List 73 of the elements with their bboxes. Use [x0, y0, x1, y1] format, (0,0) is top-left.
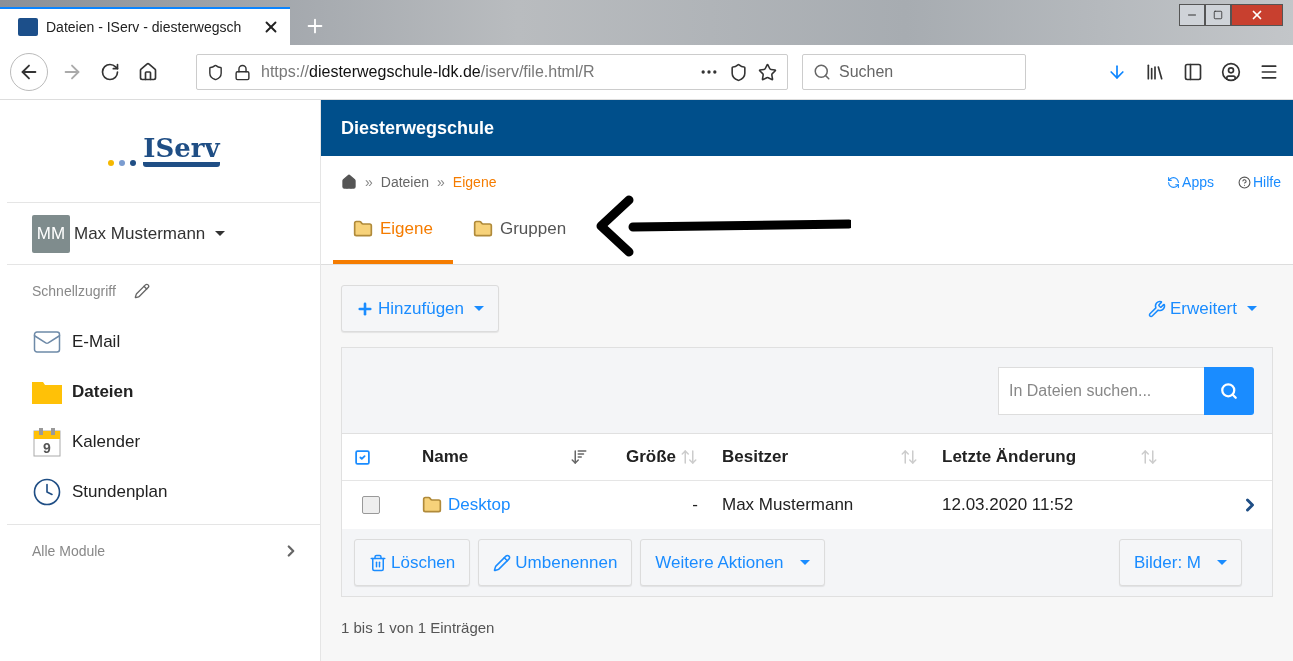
add-button[interactable]: Hinzufügen [341, 285, 499, 332]
pencil-icon [493, 553, 512, 572]
sidebar-item[interactable]: E-Mail [7, 317, 320, 367]
row-checkbox[interactable] [362, 496, 380, 514]
top-link[interactable]: Hilfe [1238, 174, 1281, 190]
search-button[interactable] [1204, 366, 1254, 415]
action-button[interactable]: Umbenennen [478, 539, 633, 586]
table-cell: - [692, 495, 698, 515]
column-header[interactable]: Letzte Änderung [942, 447, 1077, 467]
sidebar-icon[interactable] [1183, 62, 1203, 82]
apps-icon [1167, 175, 1181, 189]
reload-icon[interactable] [100, 62, 120, 82]
calendar-icon [33, 427, 61, 457]
search-field[interactable]: In Dateien suchen... [998, 366, 1204, 415]
close-window-button[interactable] [1231, 4, 1283, 26]
action-button[interactable]: Weitere Aktionen [640, 539, 825, 586]
search-icon [1220, 381, 1238, 400]
url-text: https://diesterwegschule-ldk.de/iserv/file.html/R [261, 63, 596, 81]
action-button[interactable]: Löschen [354, 539, 471, 586]
entries-info: 1 bis 1 von 1 Einträgen [341, 618, 496, 636]
shield-icon [207, 63, 224, 81]
image-size-button[interactable]: Bilder: M [1118, 539, 1242, 586]
separator: » [437, 174, 445, 190]
folder-icon [32, 380, 62, 404]
home-icon[interactable] [341, 174, 357, 190]
pencil-icon[interactable] [133, 283, 150, 299]
advanced-button[interactable]: Erweitert [1141, 297, 1263, 320]
lock-icon [234, 63, 251, 81]
folder-icon [472, 219, 493, 239]
caret-icon[interactable] [215, 231, 226, 236]
file-link[interactable]: Desktop [448, 495, 511, 515]
account-icon[interactable] [1221, 62, 1241, 82]
browser-tab[interactable]: Dateien - IServ - diesterwegsch [0, 7, 290, 45]
address-bar[interactable]: https://diesterwegschule-ldk.de/iserv/file.html/R [196, 54, 788, 90]
site-icon [18, 18, 38, 36]
table-cell: 12.03.2020 11:52 [942, 495, 1074, 515]
user-name[interactable]: Max Mustermann [74, 223, 206, 244]
column-header[interactable]: Größe [625, 447, 676, 467]
column-header[interactable]: Besitzer [722, 447, 789, 467]
sort-icon[interactable] [570, 448, 588, 466]
select-all-icon[interactable] [354, 448, 371, 466]
menu-icon[interactable] [1259, 62, 1279, 82]
sidebar-item[interactable]: 9 Kalender [7, 417, 320, 467]
header-bar: Diesterwegschule [321, 100, 1293, 156]
help-icon [1238, 175, 1251, 189]
table-cell: Max Mustermann [722, 495, 854, 515]
trash-icon [369, 553, 387, 572]
calendar-day: 9 [43, 440, 51, 456]
folder-icon [422, 495, 442, 515]
sidebar-item[interactable]: Dateien [7, 367, 320, 417]
search-icon [813, 63, 831, 81]
logo: IServ [143, 134, 220, 168]
clock-icon [32, 477, 62, 507]
search-placeholder: Suchen [839, 63, 894, 81]
all-modules-link[interactable]: Alle Module [32, 542, 106, 559]
section-label: Schnellzugriff [32, 283, 116, 299]
column-header[interactable]: Name [422, 447, 469, 467]
tools-icon [1147, 299, 1166, 318]
close-icon [1250, 8, 1264, 22]
tab[interactable]: Gruppen [452, 208, 587, 264]
separator: » [365, 174, 373, 190]
avatar: MM [32, 214, 70, 253]
star-icon[interactable] [758, 62, 777, 82]
maximize-button[interactable] [1205, 4, 1231, 26]
minimize-button[interactable] [1179, 4, 1205, 26]
folder-icon [353, 219, 373, 239]
sidebar-item[interactable]: Stundenplan [7, 467, 320, 517]
top-link[interactable]: Apps [1167, 174, 1214, 190]
browser-search-field[interactable]: Suchen [802, 54, 1026, 90]
home-icon[interactable] [138, 62, 158, 82]
maximize-icon [1213, 10, 1223, 20]
breadcrumb-link[interactable]: Dateien [380, 174, 430, 190]
library-icon[interactable] [1145, 62, 1165, 82]
